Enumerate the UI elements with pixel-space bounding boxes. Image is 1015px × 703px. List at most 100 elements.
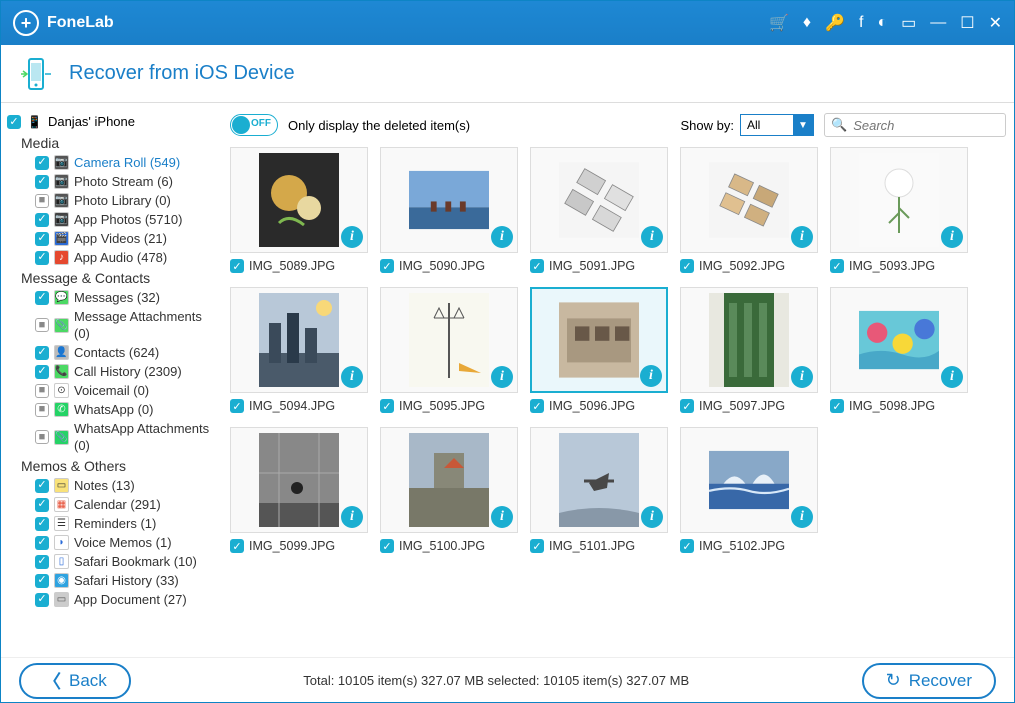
sidebar-media-0[interactable]: ✓📷Camera Roll (549): [7, 153, 212, 172]
thumbnail-checkbox[interactable]: ✓: [230, 399, 244, 413]
thumbnail[interactable]: i✓IMG_5090.JPG: [380, 147, 518, 273]
thumbnail-image[interactable]: i: [530, 147, 668, 253]
sidebar-memos-4[interactable]: ✓▯Safari Bookmark (10): [7, 552, 212, 571]
checkbox[interactable]: ✓: [35, 175, 49, 189]
info-icon[interactable]: i: [341, 366, 363, 388]
sidebar-media-1[interactable]: ✓📷Photo Stream (6): [7, 172, 212, 191]
sidebar-message-0[interactable]: ✓💬Messages (32): [7, 288, 212, 307]
key-icon[interactable]: 🔑: [825, 13, 845, 33]
showby-dropdown[interactable]: All ▼: [740, 114, 814, 136]
thumbnail-checkbox[interactable]: ✓: [380, 399, 394, 413]
sidebar-message-1[interactable]: ■📎Message Attachments (0): [7, 307, 212, 343]
thumbnail-image[interactable]: i: [680, 147, 818, 253]
device-row[interactable]: ✓ 📱 Danjas' iPhone: [7, 111, 212, 132]
checkbox[interactable]: ■: [35, 403, 49, 417]
info-icon[interactable]: i: [941, 366, 963, 388]
thumbnail-checkbox[interactable]: ✓: [830, 259, 844, 273]
checkbox[interactable]: ■: [35, 194, 49, 208]
thumbnail-checkbox[interactable]: ✓: [680, 399, 694, 413]
thumbnail[interactable]: i✓IMG_5102.JPG: [680, 427, 818, 553]
info-icon[interactable]: i: [491, 226, 513, 248]
thumbnail[interactable]: i✓IMG_5094.JPG: [230, 287, 368, 413]
checkbox[interactable]: ✓: [35, 593, 49, 607]
search-input[interactable]: [853, 118, 999, 133]
thumbnail-checkbox[interactable]: ✓: [830, 399, 844, 413]
checkbox[interactable]: ✓: [35, 232, 49, 246]
device-checkbox[interactable]: ✓: [7, 115, 21, 129]
thumbnail-checkbox[interactable]: ✓: [530, 399, 544, 413]
sidebar-memos-2[interactable]: ✓☰Reminders (1): [7, 514, 212, 533]
cart-icon[interactable]: 🛒: [769, 13, 789, 33]
info-icon[interactable]: i: [641, 506, 663, 528]
thumbnail-image[interactable]: i: [230, 427, 368, 533]
sidebar-memos-3[interactable]: ✓◗Voice Memos (1): [7, 533, 212, 552]
thumbnail-checkbox[interactable]: ✓: [680, 259, 694, 273]
sidebar-media-5[interactable]: ✓♪App Audio (478): [7, 248, 212, 267]
checkbox[interactable]: ✓: [35, 479, 49, 493]
checkbox[interactable]: ■: [35, 430, 49, 444]
thumbnail-image[interactable]: i: [530, 427, 668, 533]
thumbnail-image[interactable]: i: [380, 427, 518, 533]
thumbnail[interactable]: i✓IMG_5096.JPG: [530, 287, 668, 413]
sidebar-message-3[interactable]: ✓📞Call History (2309): [7, 362, 212, 381]
thumbnail[interactable]: i✓IMG_5101.JPG: [530, 427, 668, 553]
thumbnail[interactable]: i✓IMG_5089.JPG: [230, 147, 368, 273]
sidebar-memos-1[interactable]: ✓▦Calendar (291): [7, 495, 212, 514]
thumbnail-checkbox[interactable]: ✓: [230, 259, 244, 273]
checkbox[interactable]: ■: [35, 318, 49, 332]
checkbox[interactable]: ■: [35, 384, 49, 398]
thumbnail-checkbox[interactable]: ✓: [380, 259, 394, 273]
thumbnail-image[interactable]: i: [680, 427, 818, 533]
sidebar-memos-0[interactable]: ✓▭Notes (13): [7, 476, 212, 495]
help-icon[interactable]: ◐: [877, 14, 887, 32]
thumbnail-image[interactable]: i: [380, 147, 518, 253]
sidebar-media-2[interactable]: ■📷Photo Library (0): [7, 191, 212, 210]
thumbnail[interactable]: i✓IMG_5099.JPG: [230, 427, 368, 553]
checkbox[interactable]: ✓: [35, 555, 49, 569]
info-icon[interactable]: i: [640, 365, 662, 387]
thumbnail-image[interactable]: i: [380, 287, 518, 393]
sidebar-message-5[interactable]: ■✆WhatsApp (0): [7, 400, 212, 419]
sidebar-media-3[interactable]: ✓📷App Photos (5710): [7, 210, 212, 229]
thumbnail-checkbox[interactable]: ✓: [230, 539, 244, 553]
sidebar-message-6[interactable]: ■📎WhatsApp Attachments (0): [7, 419, 212, 455]
info-icon[interactable]: i: [791, 226, 813, 248]
back-button[interactable]: 〈 Back: [19, 663, 131, 699]
checkbox[interactable]: ✓: [35, 291, 49, 305]
info-icon[interactable]: i: [491, 366, 513, 388]
thumbnail-checkbox[interactable]: ✓: [530, 539, 544, 553]
info-icon[interactable]: i: [491, 506, 513, 528]
sidebar-media-4[interactable]: ✓🎬App Videos (21): [7, 229, 212, 248]
thumbnail-image[interactable]: i: [230, 147, 368, 253]
close-button[interactable]: ✕: [989, 13, 1002, 33]
info-icon[interactable]: i: [791, 366, 813, 388]
checkbox[interactable]: ✓: [35, 346, 49, 360]
thumbnail[interactable]: i✓IMG_5097.JPG: [680, 287, 818, 413]
thumbnail[interactable]: i✓IMG_5100.JPG: [380, 427, 518, 553]
info-icon[interactable]: i: [341, 506, 363, 528]
info-icon[interactable]: i: [941, 226, 963, 248]
checkbox[interactable]: ✓: [35, 251, 49, 265]
thumbnail[interactable]: i✓IMG_5091.JPG: [530, 147, 668, 273]
checkbox[interactable]: ✓: [35, 213, 49, 227]
recover-button[interactable]: ↻ Recover: [862, 663, 996, 699]
thumbnail-image[interactable]: i: [830, 287, 968, 393]
sidebar-memos-5[interactable]: ✓◉Safari History (33): [7, 571, 212, 590]
thumbnail[interactable]: i✓IMG_5092.JPG: [680, 147, 818, 273]
checkbox[interactable]: ✓: [35, 156, 49, 170]
checkbox[interactable]: ✓: [35, 517, 49, 531]
minimize-button[interactable]: —: [930, 14, 946, 32]
thumbnail-checkbox[interactable]: ✓: [530, 259, 544, 273]
thumbnail-image[interactable]: i: [530, 287, 668, 393]
feedback-icon[interactable]: ▭: [901, 13, 916, 33]
maximize-button[interactable]: ☐: [960, 13, 974, 33]
thumbnail-image[interactable]: i: [230, 287, 368, 393]
checkbox[interactable]: ✓: [35, 365, 49, 379]
sidebar-message-2[interactable]: ✓👤Contacts (624): [7, 343, 212, 362]
thumbnail[interactable]: i✓IMG_5093.JPG: [830, 147, 968, 273]
checkbox[interactable]: ✓: [35, 498, 49, 512]
thumbnail-checkbox[interactable]: ✓: [680, 539, 694, 553]
diamond-icon[interactable]: ♦: [803, 14, 811, 32]
thumbnail[interactable]: i✓IMG_5095.JPG: [380, 287, 518, 413]
info-icon[interactable]: i: [341, 226, 363, 248]
